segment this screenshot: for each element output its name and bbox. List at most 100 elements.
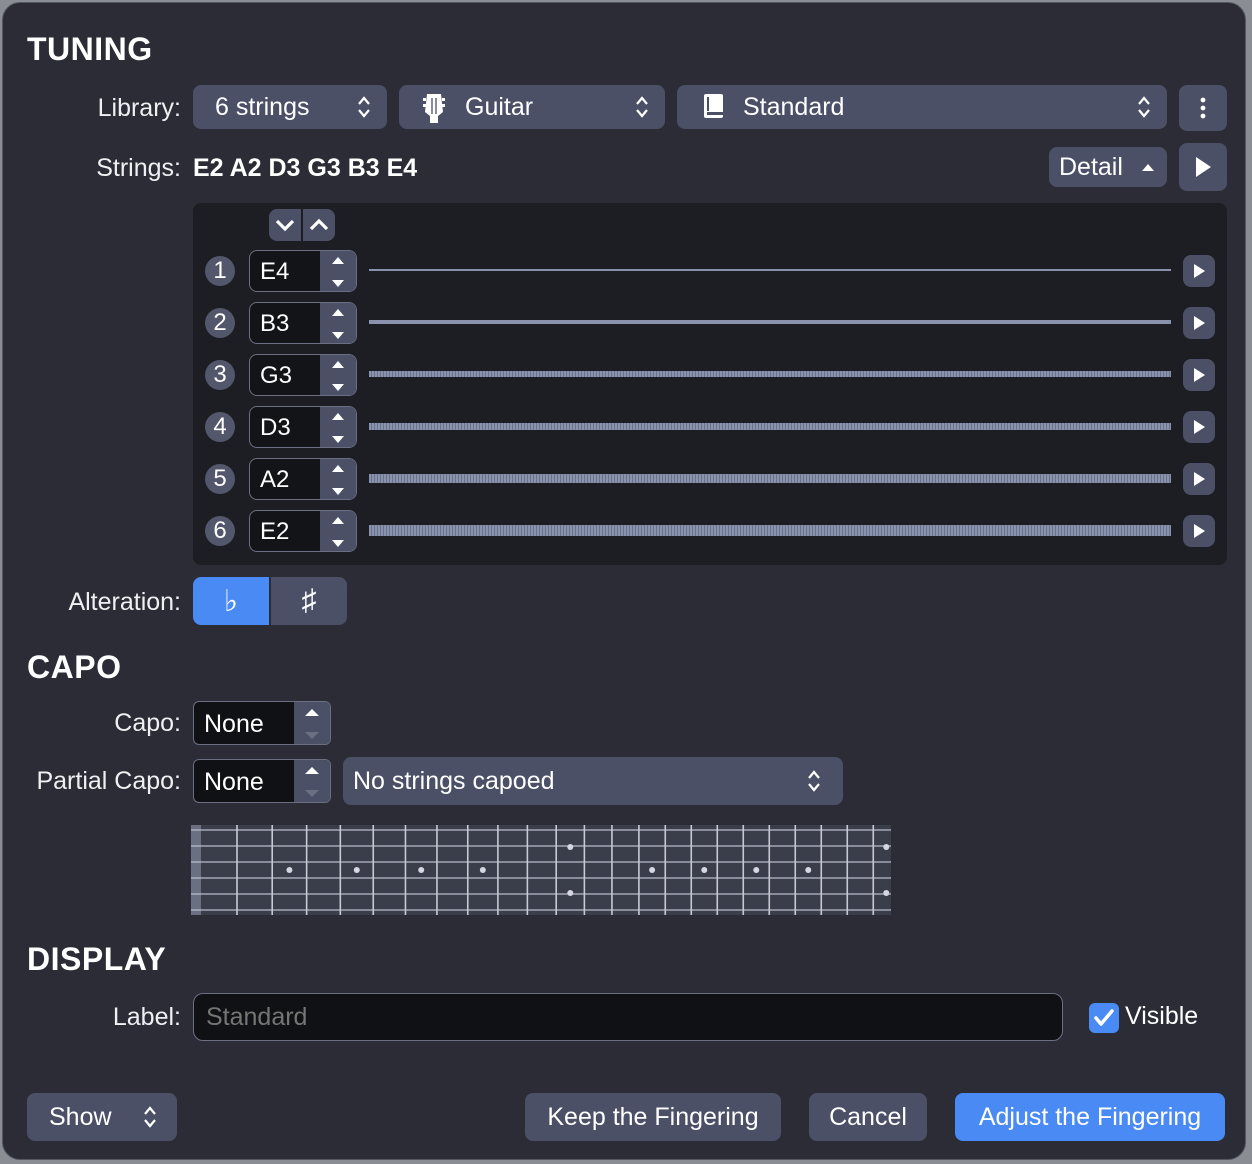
stepper-arrows[interactable] (320, 459, 356, 499)
stepper-arrows[interactable] (320, 407, 356, 447)
play-string-button[interactable] (1183, 255, 1215, 287)
alteration-sharp-button[interactable]: ♯ (271, 577, 347, 625)
string-number: 4 (205, 412, 235, 442)
fretboard-diagram (191, 825, 891, 915)
partial-capo-strings-popup[interactable]: No strings capoed (343, 757, 843, 805)
string-row: 6 E2 (193, 510, 1227, 552)
play-icon (1194, 368, 1205, 382)
instrument-popup[interactable]: Guitar (399, 85, 665, 129)
string-note-value: B3 (260, 310, 290, 337)
visible-label: Visible (1125, 1002, 1199, 1030)
partial-capo-strings-value: No strings capoed (353, 766, 555, 795)
stepper-arrows-icon (332, 361, 344, 391)
play-icon (1194, 316, 1205, 330)
partial-capo-stepper-arrows[interactable] (294, 760, 330, 802)
stepper-arrows[interactable] (320, 303, 356, 343)
detail-button[interactable]: Detail (1049, 147, 1167, 187)
play-icon (1194, 524, 1205, 538)
stepper-arrows[interactable] (320, 511, 356, 551)
alteration-label: Alteration: (68, 588, 181, 616)
capo-stepper-arrows[interactable] (294, 702, 330, 744)
guitar-headstock-icon (423, 94, 445, 123)
string-number: 2 (205, 308, 235, 338)
string-row: 3 G3 (193, 354, 1227, 396)
play-icon (1194, 420, 1205, 434)
play-string-button[interactable] (1183, 359, 1215, 391)
capo-fretboard-preview (191, 825, 891, 915)
stepper-arrows-icon (305, 709, 319, 739)
string-note-stepper[interactable]: A2 (249, 458, 357, 500)
keep-fingering-button[interactable]: Keep the Fingering (525, 1093, 781, 1141)
strings-label: Strings: (96, 154, 181, 182)
capo-stepper[interactable]: None (193, 701, 331, 745)
display-label-input[interactable] (193, 993, 1063, 1041)
alteration-flat-button[interactable]: ♭ (193, 577, 269, 625)
tuning-value: Standard (743, 92, 845, 121)
up-down-chevron-icon (144, 1106, 156, 1128)
string-line (369, 269, 1171, 271)
string-note-value: G3 (260, 362, 293, 389)
strings-count-value: 6 strings (215, 92, 310, 121)
string-note-stepper[interactable]: B3 (249, 302, 357, 344)
fretboard-inlay-dot (567, 844, 574, 850)
strings-value: E2 A2 D3 G3 B3 E4 (193, 154, 418, 182)
partial-capo-stepper[interactable]: None (193, 759, 331, 803)
display-section-title: DISPLAY (27, 941, 167, 977)
string-editor: 1 E4 2 B3 3 G3 4 D3 5 A2 6 E2 (193, 203, 1227, 565)
string-number: 6 (205, 516, 235, 546)
play-icon (1196, 157, 1211, 177)
display-label-label: Label: (112, 1003, 181, 1031)
visible-checkbox[interactable] (1089, 1003, 1119, 1033)
string-note-value: E2 (260, 518, 290, 545)
stepper-arrows[interactable] (320, 355, 356, 395)
tuning-popup[interactable]: Standard (677, 85, 1167, 129)
string-note-stepper[interactable]: E4 (249, 250, 357, 292)
string-note-stepper[interactable]: E2 (249, 510, 357, 552)
fretboard-inlay-dot (753, 867, 760, 873)
string-note-stepper[interactable]: G3 (249, 354, 357, 396)
string-line (369, 320, 1171, 324)
fretboard-inlay-dot (418, 867, 425, 873)
checkmark-icon (1094, 1009, 1114, 1026)
stepper-arrows[interactable] (320, 251, 356, 291)
string-row: 2 B3 (193, 302, 1227, 344)
capo-label: Capo: (114, 709, 181, 737)
transpose-down-button[interactable] (269, 209, 301, 241)
fretboard-inlay-dot (701, 867, 708, 873)
cancel-button[interactable]: Cancel (809, 1093, 927, 1141)
tuning-dialog: TUNING Library: 6 strings Guitar Standar… (2, 2, 1246, 1160)
chevron-up-icon (309, 218, 329, 231)
tuning-section-title: TUNING (27, 31, 153, 67)
more-options-button[interactable] (1179, 85, 1227, 131)
transpose-stepper (269, 209, 335, 241)
play-string-button[interactable] (1183, 463, 1215, 495)
capo-value: None (204, 710, 264, 738)
up-down-chevron-icon (636, 96, 648, 118)
play-string-button[interactable] (1183, 307, 1215, 339)
play-icon (1194, 472, 1205, 486)
capo-section-title: CAPO (27, 649, 122, 685)
string-number: 1 (205, 256, 235, 286)
library-label: Library: (97, 94, 181, 122)
vertical-ellipsis-icon (1200, 97, 1206, 119)
string-note-value: E4 (260, 258, 290, 285)
string-number: 3 (205, 360, 235, 390)
transpose-up-button[interactable] (303, 209, 335, 241)
play-all-button[interactable] (1179, 143, 1227, 191)
fretboard-inlay-dot (353, 867, 360, 873)
stepper-arrows-icon (305, 767, 319, 797)
string-line (369, 474, 1171, 483)
fretboard-inlay-dot (883, 844, 890, 850)
play-string-button[interactable] (1183, 411, 1215, 443)
up-down-chevron-icon (808, 770, 820, 792)
play-string-button[interactable] (1183, 515, 1215, 547)
strings-count-popup[interactable]: 6 strings (193, 85, 387, 129)
show-popup[interactable]: Show (27, 1093, 177, 1141)
string-note-stepper[interactable]: D3 (249, 406, 357, 448)
partial-capo-value: None (204, 768, 264, 796)
fretboard-inlay-dot (649, 867, 656, 873)
book-icon (704, 94, 723, 118)
adjust-fingering-button[interactable]: Adjust the Fingering (955, 1093, 1225, 1141)
string-line (369, 525, 1171, 536)
string-row: 1 E4 (193, 250, 1227, 292)
